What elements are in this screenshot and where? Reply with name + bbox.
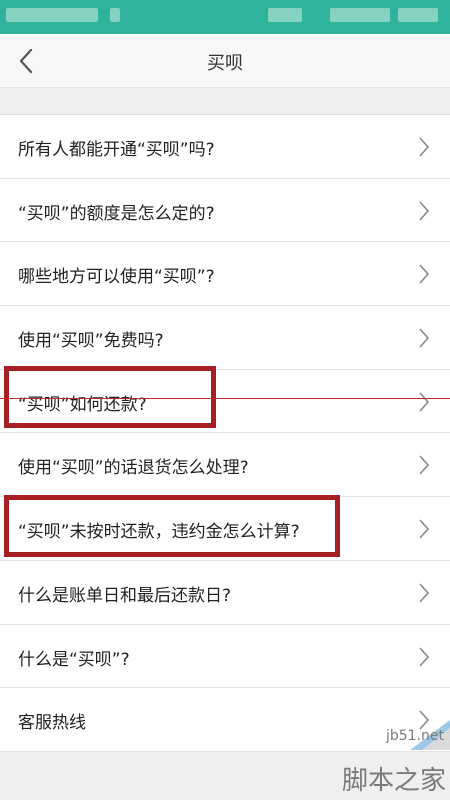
faq-item-label: “买呗”如何还款?: [18, 394, 147, 415]
status-bar: [0, 0, 450, 34]
status-blur-block: [6, 8, 98, 22]
faq-item-label: 什么是账单日和最后还款日?: [18, 585, 232, 606]
faq-item[interactable]: “买呗”未按时还款，违约金怎么计算?: [0, 497, 450, 561]
faq-item[interactable]: 哪些地方可以使用“买呗”?: [0, 242, 450, 307]
chevron-right-icon: [419, 519, 430, 539]
chevron-right-icon: [419, 646, 430, 667]
status-blur-block: [268, 8, 302, 22]
faq-item-label: 哪些地方可以使用“买呗”?: [18, 267, 215, 288]
status-blur-block: [110, 8, 120, 22]
page-title: 买呗: [207, 53, 243, 74]
chevron-right-icon: [419, 583, 430, 603]
faq-item[interactable]: 所有人都能开通“买呗”吗?: [0, 115, 450, 179]
faq-item-label: 什么是“买呗”?: [18, 649, 130, 670]
status-blur-block: [398, 8, 438, 22]
faq-item[interactable]: 什么是“买呗”?: [0, 625, 450, 689]
watermark-site: jb51.net: [385, 728, 444, 744]
faq-item-label: “买呗”未按时还款，违约金怎么计算?: [18, 522, 300, 543]
faq-item-label: 客服热线: [18, 713, 86, 734]
faq-item-label: “买呗”的额度是怎么定的?: [18, 203, 215, 224]
faq-item[interactable]: 使用“买呗”免费吗?: [0, 306, 450, 370]
faq-item[interactable]: 什么是账单日和最后还款日?: [0, 561, 450, 625]
chevron-right-icon: [419, 264, 430, 284]
faq-item-label: 使用“买呗”的话退货怎么处理?: [18, 458, 249, 479]
chevron-right-icon: [419, 137, 430, 157]
nav-bar: 买呗: [0, 34, 450, 88]
faq-item[interactable]: 使用“买呗”的话退货怎么处理?: [0, 433, 450, 498]
faq-item[interactable]: “买呗”的额度是怎么定的?: [0, 179, 450, 243]
faq-item[interactable]: “买呗”如何还款?: [0, 370, 450, 434]
faq-item-label: 使用“买呗”免费吗?: [18, 331, 164, 352]
faq-list: 所有人都能开通“买呗”吗? “买呗”的额度是怎么定的? 哪些地方可以使用“买呗”…: [0, 114, 450, 752]
watermark: jb51.net 脚本之家: [330, 720, 450, 800]
chevron-right-icon: [419, 328, 430, 348]
watermark-name: 脚本之家: [341, 766, 446, 796]
chevron-right-icon: [419, 455, 430, 475]
faq-item-label: 所有人都能开通“买呗”吗?: [18, 140, 215, 160]
chevron-right-icon: [419, 201, 430, 221]
status-blur-block: [330, 8, 390, 22]
chevron-right-icon: [419, 392, 430, 412]
